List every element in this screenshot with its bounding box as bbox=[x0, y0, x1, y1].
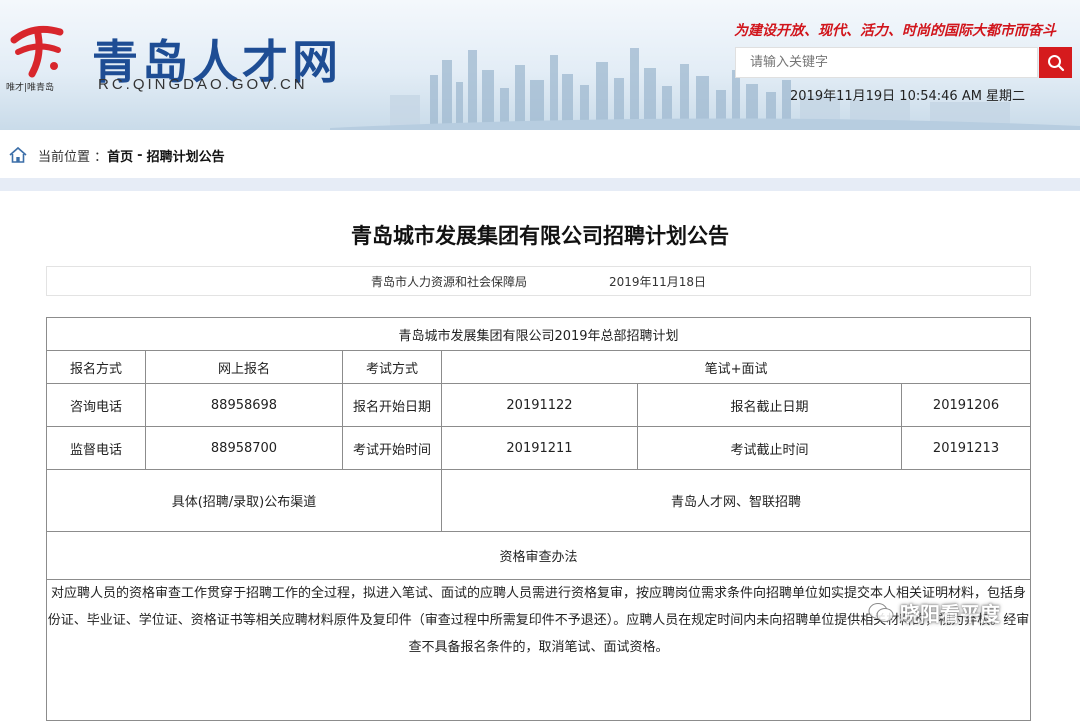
article-meta: 青岛市人力资源和社会保障局 2019年11月18日 bbox=[46, 266, 1031, 296]
recruitment-plan-table: 青岛城市发展集团有限公司2019年总部招聘计划 报名方式 网上报名 考试方式 笔… bbox=[45, 317, 1032, 721]
review-section-title: 资格审查办法 bbox=[45, 531, 1032, 580]
breadcrumb-label: 当前位置 ： bbox=[38, 149, 108, 165]
home-icon[interactable] bbox=[8, 146, 28, 164]
table-cell-label: 报名截止日期 bbox=[637, 383, 902, 427]
breadcrumb-current[interactable]: 招聘计划公告 bbox=[147, 146, 225, 165]
header-slogan: 为建设开放、现代、活力、时尚的国际大都市而奋斗 bbox=[734, 23, 1056, 39]
table-cell-label: 监督电话 bbox=[46, 426, 146, 470]
table-cell-value: 青岛人才网、智联招聘 bbox=[440, 469, 1032, 532]
table-row: 资格审查办法 bbox=[45, 531, 1032, 580]
article-date: 2019年11月18日 bbox=[608, 274, 707, 289]
table-row: 咨询电话 88958698 报名开始日期 20191122 报名截止日期 201… bbox=[46, 383, 1032, 427]
table-row: 报名方式 网上报名 考试方式 笔试+面试 bbox=[46, 350, 1032, 384]
table-cell-label: 具体(招聘/录取)公布渠道 bbox=[46, 469, 442, 532]
table-cell-value: 20191213 bbox=[900, 426, 1032, 470]
article-title: 青岛城市发展集团有限公司招聘计划公告 bbox=[351, 224, 729, 248]
table-cell-label: 报名开始日期 bbox=[342, 383, 442, 427]
logo-tagline: 唯才|唯青岛 bbox=[6, 83, 55, 93]
table-row: 青岛城市发展集团有限公司2019年总部招聘计划 bbox=[45, 317, 1032, 351]
section-divider bbox=[0, 178, 1080, 191]
current-datetime: 2019年11月19日 10:54:46 AM 星期二 bbox=[790, 89, 1026, 104]
table-cell-label: 咨询电话 bbox=[46, 383, 146, 427]
table-caption: 青岛城市发展集团有限公司2019年总部招聘计划 bbox=[45, 317, 1032, 351]
table-cell-value: 20191122 bbox=[441, 383, 638, 427]
search-icon bbox=[1047, 54, 1064, 71]
table-cell-value: 88958700 bbox=[145, 426, 343, 470]
table-row: 具体(招聘/录取)公布渠道 青岛人才网、智联招聘 bbox=[46, 469, 1032, 532]
article-publisher: 青岛市人力资源和社会保障局 bbox=[370, 274, 527, 289]
search-button[interactable] bbox=[1039, 47, 1072, 78]
watermark-text: 晓阳看平度 bbox=[900, 602, 1000, 626]
table-cell-value: 88958698 bbox=[145, 383, 343, 427]
table-cell-value: 20191206 bbox=[900, 383, 1032, 427]
table-cell-label: 考试开始时间 bbox=[342, 426, 442, 470]
search-input[interactable] bbox=[735, 47, 1038, 78]
table-cell-value: 网上报名 bbox=[145, 350, 343, 384]
site-domain: RC.QINGDAO.GOV.CN bbox=[98, 76, 308, 93]
table-cell-label: 报名方式 bbox=[46, 350, 146, 384]
breadcrumb-home-link[interactable]: 首页 bbox=[107, 146, 133, 165]
table-cell-value: 笔试+面试 bbox=[440, 350, 1032, 384]
table-cell-label: 考试方式 bbox=[342, 350, 442, 384]
table-cell-value: 20191211 bbox=[441, 426, 638, 470]
table-row: 监督电话 88958700 考试开始时间 20191211 考试截止时间 201… bbox=[46, 426, 1032, 470]
watermark: 晓阳看平度 bbox=[868, 598, 1000, 627]
breadcrumb: 当前位置 ： 首页 - 招聘计划公告 bbox=[0, 132, 1080, 178]
site-header: 唯才|唯青岛 青岛人才网 RC.QINGDAO.GOV.CN 为建设开放、现代、… bbox=[0, 0, 1080, 130]
table-cell-label: 考试截止时间 bbox=[637, 426, 902, 470]
site-logo-icon[interactable] bbox=[8, 20, 66, 78]
breadcrumb-separator: - bbox=[137, 147, 143, 163]
chat-bubble-icon bbox=[868, 602, 894, 622]
